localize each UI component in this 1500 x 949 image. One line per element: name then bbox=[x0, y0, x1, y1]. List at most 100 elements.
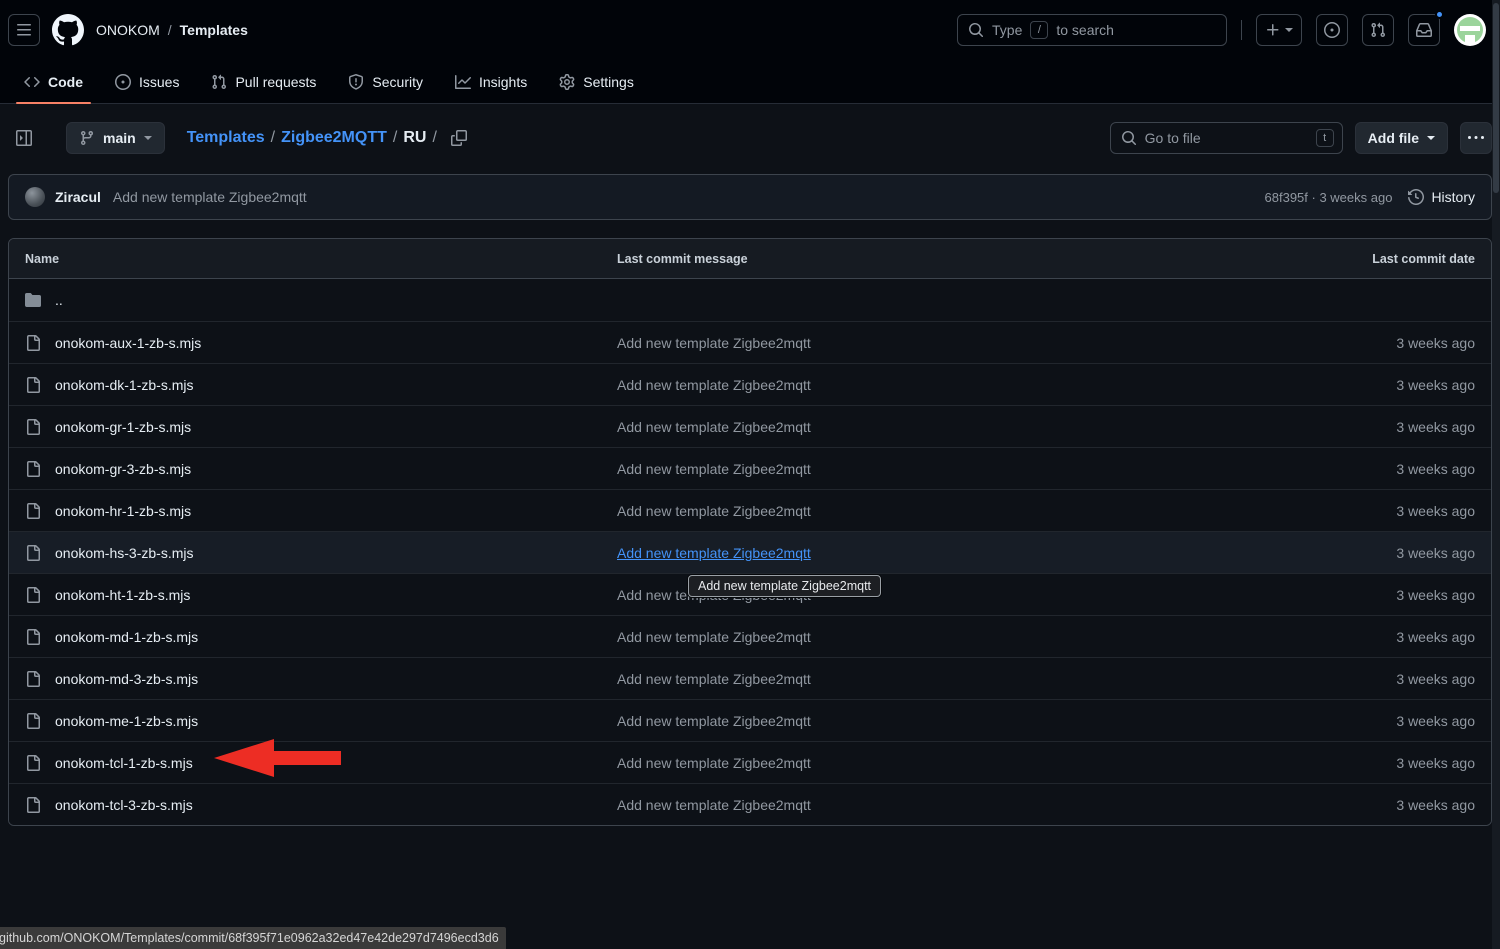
add-file-label: Add file bbox=[1368, 130, 1419, 146]
github-logo-icon[interactable] bbox=[52, 14, 84, 46]
kebab-horizontal-icon bbox=[1468, 130, 1484, 146]
breadcrumb-current: RU bbox=[403, 129, 426, 147]
file-row[interactable]: onokom-tcl-3-zb-s.mjs Add new template Zi… bbox=[9, 783, 1491, 825]
user-avatar[interactable] bbox=[1454, 14, 1486, 46]
row-commit-date: 3 weeks ago bbox=[1275, 713, 1475, 729]
branch-name: main bbox=[103, 130, 136, 146]
status-url-bar: github.com/ONOKOM/Templates/commit/68f39… bbox=[0, 927, 506, 949]
file-icon bbox=[25, 587, 41, 603]
scrollbar-thumb[interactable] bbox=[1493, 3, 1499, 193]
file-row[interactable]: onokom-me-1-zb-s.mjs Add new template Zig… bbox=[9, 699, 1491, 741]
parent-directory-row[interactable]: .. bbox=[9, 279, 1491, 321]
copy-path-button[interactable] bbox=[445, 122, 473, 154]
file-name-link[interactable]: onokom-aux-1-zb-s.mjs bbox=[55, 335, 201, 351]
issues-button[interactable] bbox=[1316, 14, 1348, 46]
row-commit-message-link[interactable]: Add new template Zigbee2mqtt bbox=[617, 713, 811, 729]
file-name-link[interactable]: onokom-gr-1-zb-s.mjs bbox=[55, 419, 191, 435]
file-row[interactable]: onokom-md-3-zb-s.mjs Add new template Zig… bbox=[9, 657, 1491, 699]
repo-link[interactable]: Templates bbox=[180, 22, 248, 38]
org-link[interactable]: ONOKOM bbox=[96, 22, 160, 38]
column-header-message: Last commit message bbox=[617, 252, 1275, 266]
row-commit-date: 3 weeks ago bbox=[1275, 461, 1475, 477]
commit-author-link[interactable]: Ziracul bbox=[55, 189, 101, 205]
tab-security[interactable]: Security bbox=[340, 60, 431, 103]
side-panel-toggle-button[interactable] bbox=[8, 122, 40, 154]
file-name-link[interactable]: onokom-tcl-1-zb-s.mjs bbox=[55, 755, 193, 771]
graph-icon bbox=[455, 74, 471, 90]
tab-insights[interactable]: Insights bbox=[447, 60, 535, 103]
row-commit-message-link[interactable]: Add new template Zigbee2mqtt bbox=[617, 755, 811, 771]
tab-pull-requests[interactable]: Pull requests bbox=[203, 60, 324, 103]
row-commit-message-link[interactable]: Add new template Zigbee2mqtt bbox=[617, 461, 811, 477]
row-commit-date: 3 weeks ago bbox=[1275, 671, 1475, 687]
file-name-link[interactable]: onokom-me-1-zb-s.mjs bbox=[55, 713, 198, 729]
file-toolbar: main Templates / Zigbee2MQTT / RU / bbox=[8, 121, 1492, 155]
parent-directory-link[interactable]: .. bbox=[55, 292, 63, 308]
tab-label: Code bbox=[48, 74, 83, 90]
row-commit-date: 3 weeks ago bbox=[1275, 377, 1475, 393]
row-commit-message-link[interactable]: Add new template Zigbee2mqtt bbox=[617, 377, 811, 393]
file-name-link[interactable]: onokom-gr-3-zb-s.mjs bbox=[55, 461, 191, 477]
file-icon bbox=[25, 377, 41, 393]
tab-issues[interactable]: Issues bbox=[107, 60, 187, 103]
file-row[interactable]: onokom-hr-1-zb-s.mjs Add new template Zig… bbox=[9, 489, 1491, 531]
file-name-link[interactable]: onokom-dk-1-zb-s.mjs bbox=[55, 377, 193, 393]
row-commit-message-link[interactable]: Add new template Zigbee2mqtt bbox=[617, 419, 811, 435]
file-row[interactable]: onokom-gr-3-zb-s.mjs Add new template Zig… bbox=[9, 447, 1491, 489]
commit-sha-and-date[interactable]: 68f395f · 3 weeks ago bbox=[1265, 190, 1393, 205]
go-to-file-input[interactable]: Go to file t bbox=[1110, 122, 1343, 154]
commit-message-link[interactable]: Add new template Zigbee2mqtt bbox=[113, 189, 307, 205]
add-file-button[interactable]: Add file bbox=[1355, 122, 1448, 154]
file-name-link[interactable]: onokom-hr-1-zb-s.mjs bbox=[55, 503, 191, 519]
row-commit-message-link[interactable]: Add new template Zigbee2mqtt bbox=[617, 503, 811, 519]
row-commit-message-link[interactable]: Add new template Zigbee2mqtt bbox=[617, 545, 811, 561]
row-commit-date: 3 weeks ago bbox=[1275, 797, 1475, 813]
file-row[interactable]: onokom-tcl-1-zb-s.mjs Add new template Zi… bbox=[9, 741, 1491, 783]
inbox-icon bbox=[1416, 22, 1432, 38]
page-scrollbar[interactable] bbox=[1492, 0, 1500, 949]
file-row[interactable]: onokom-aux-1-zb-s.mjs Add new template Zi… bbox=[9, 321, 1491, 363]
path-breadcrumb: Templates / Zigbee2MQTT / RU / bbox=[187, 129, 437, 147]
file-row[interactable]: onokom-dk-1-zb-s.mjs Add new template Zig… bbox=[9, 363, 1491, 405]
file-icon bbox=[25, 503, 41, 519]
tab-code[interactable]: Code bbox=[16, 60, 91, 103]
pull-requests-button[interactable] bbox=[1362, 14, 1394, 46]
row-commit-message-link[interactable]: Add new template Zigbee2mqtt bbox=[617, 629, 811, 645]
file-name-link[interactable]: onokom-tcl-3-zb-s.mjs bbox=[55, 797, 193, 813]
file-icon bbox=[25, 629, 41, 645]
file-name-link[interactable]: onokom-md-1-zb-s.mjs bbox=[55, 629, 198, 645]
repo-content: main Templates / Zigbee2MQTT / RU / bbox=[0, 104, 1500, 826]
global-search-input[interactable]: Type / to search bbox=[957, 14, 1227, 46]
row-commit-message-link[interactable]: Add new template Zigbee2mqtt bbox=[617, 797, 811, 813]
breadcrumb-folder-link[interactable]: Zigbee2MQTT bbox=[281, 129, 387, 147]
file-name-link[interactable]: onokom-hs-3-zb-s.mjs bbox=[55, 545, 193, 561]
row-commit-message-link[interactable]: Add new template Zigbee2mqtt bbox=[617, 671, 811, 687]
file-row[interactable]: onokom-gr-1-zb-s.mjs Add new template Zig… bbox=[9, 405, 1491, 447]
latest-commit-bar: Ziracul Add new template Zigbee2mqtt 68f… bbox=[8, 174, 1492, 220]
tab-label: Issues bbox=[139, 74, 179, 90]
shield-icon bbox=[348, 74, 364, 90]
history-button[interactable]: History bbox=[1408, 189, 1475, 205]
breadcrumb-root-link[interactable]: Templates bbox=[187, 129, 265, 147]
three-bars-icon bbox=[16, 22, 32, 38]
file-row[interactable]: onokom-hs-3-zb-s.mjs Add new template Zig… bbox=[9, 531, 1491, 573]
create-new-button[interactable] bbox=[1256, 14, 1302, 46]
history-label: History bbox=[1431, 189, 1475, 205]
tab-settings[interactable]: Settings bbox=[551, 60, 642, 103]
row-commit-message-link[interactable]: Add new template Zigbee2mqtt bbox=[617, 335, 811, 351]
file-row[interactable]: onokom-md-1-zb-s.mjs Add new template Zig… bbox=[9, 615, 1491, 657]
tab-label: Security bbox=[372, 74, 423, 90]
gear-icon bbox=[559, 74, 575, 90]
hamburger-menu-button[interactable] bbox=[8, 14, 40, 46]
branch-selector-button[interactable]: main bbox=[66, 122, 165, 154]
more-options-button[interactable] bbox=[1460, 122, 1492, 154]
sidebar-panel-icon bbox=[16, 130, 32, 146]
history-icon bbox=[1408, 189, 1424, 205]
file-name-link[interactable]: onokom-ht-1-zb-s.mjs bbox=[55, 587, 190, 603]
file-name-link[interactable]: onokom-md-3-zb-s.mjs bbox=[55, 671, 198, 687]
tab-label: Insights bbox=[479, 74, 527, 90]
author-avatar[interactable] bbox=[25, 187, 45, 207]
github-repo-page: ONOKOM / Templates Type / to search bbox=[0, 0, 1500, 949]
row-commit-date: 3 weeks ago bbox=[1275, 503, 1475, 519]
notifications-inbox-button[interactable] bbox=[1408, 14, 1440, 46]
